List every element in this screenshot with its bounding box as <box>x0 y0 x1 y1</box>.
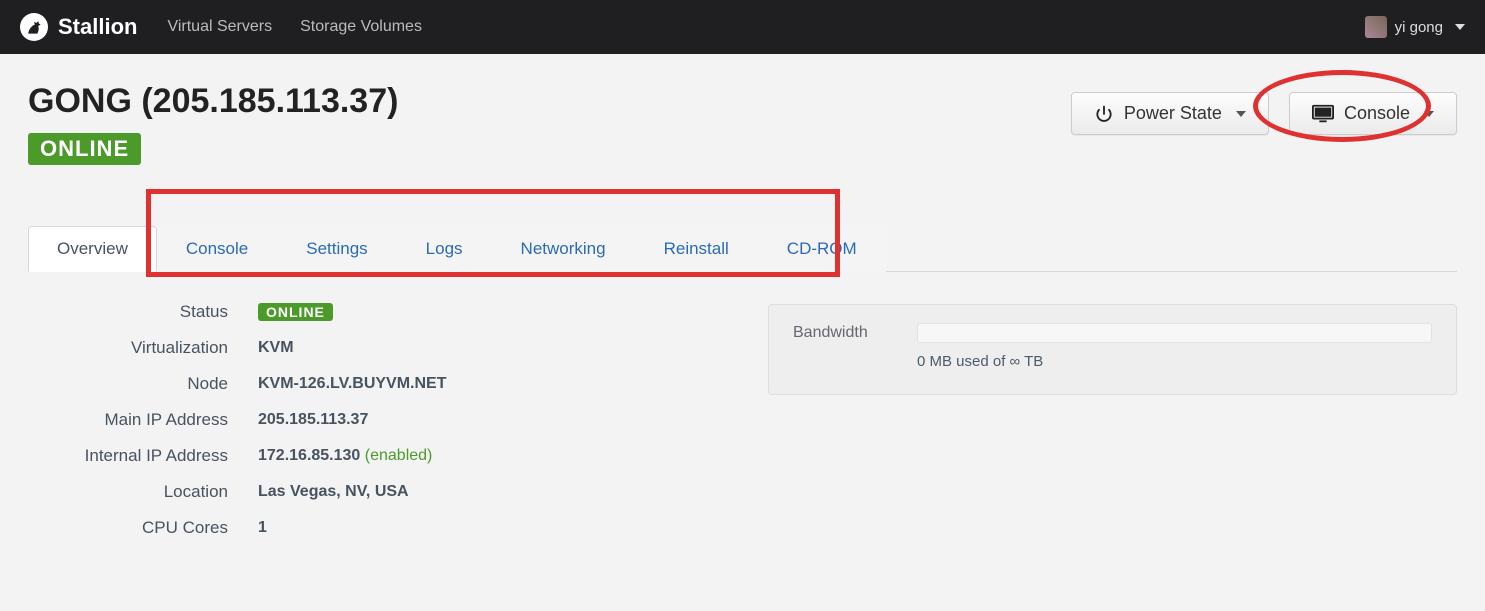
detail-label-virtualization: Virtualization <box>28 338 228 358</box>
detail-value-status: ONLINE <box>258 303 333 321</box>
page-title: GONG (205.185.113.37) <box>28 82 398 121</box>
chevron-down-icon <box>1455 24 1465 30</box>
detail-label-internal-ip: Internal IP Address <box>28 446 228 466</box>
tab-networking[interactable]: Networking <box>492 226 635 272</box>
detail-label-cpu: CPU Cores <box>28 518 228 538</box>
power-state-label: Power State <box>1124 103 1222 124</box>
detail-label-status: Status <box>28 302 228 322</box>
power-icon <box>1094 104 1114 124</box>
bandwidth-panel: Bandwidth 0 MB used of ∞ TB <box>768 304 1457 395</box>
detail-value-location: Las Vegas, NV, USA <box>258 483 409 501</box>
tabs: Overview Console Settings Logs Networkin… <box>28 225 1457 272</box>
nav-virtual-servers[interactable]: Virtual Servers <box>167 18 272 36</box>
bandwidth-label: Bandwidth <box>793 324 893 342</box>
detail-value-main-ip: 205.185.113.37 <box>258 411 368 429</box>
console-button[interactable]: Console <box>1289 92 1457 135</box>
internal-ip-value: 172.16.85.130 <box>258 447 360 464</box>
server-details: Status ONLINE Virtualization KVM Node KV… <box>28 294 728 546</box>
bandwidth-bar <box>917 323 1432 343</box>
internal-ip-state: (enabled) <box>365 447 433 464</box>
tab-cdrom[interactable]: CD-ROM <box>758 226 886 272</box>
tab-settings[interactable]: Settings <box>277 226 396 272</box>
page: GONG (205.185.113.37) ONLINE Power State… <box>0 54 1485 586</box>
tab-console[interactable]: Console <box>157 226 277 272</box>
detail-label-location: Location <box>28 482 228 502</box>
brand-name: Stallion <box>58 14 137 40</box>
detail-value-internal-ip: 172.16.85.130 (enabled) <box>258 447 432 465</box>
status-badge: ONLINE <box>28 133 141 165</box>
detail-value-node: KVM-126.LV.BUYVM.NET <box>258 375 446 393</box>
tab-overview[interactable]: Overview <box>28 226 157 272</box>
chevron-down-icon <box>1424 111 1434 117</box>
detail-label-node: Node <box>28 374 228 394</box>
tab-reinstall[interactable]: Reinstall <box>635 226 758 272</box>
avatar <box>1365 16 1387 38</box>
detail-value-virtualization: KVM <box>258 339 294 357</box>
user-menu[interactable]: yi gong <box>1365 16 1465 38</box>
navbar: Stallion Virtual Servers Storage Volumes… <box>0 0 1485 54</box>
brand[interactable]: Stallion <box>20 13 137 41</box>
detail-label-main-ip: Main IP Address <box>28 410 228 430</box>
detail-value-cpu: 1 <box>258 519 267 537</box>
user-name: yi gong <box>1395 19 1443 36</box>
bandwidth-usage-text: 0 MB used of ∞ TB <box>917 353 1432 370</box>
header-buttons: Power State Console <box>1071 92 1457 135</box>
horse-icon <box>20 13 48 41</box>
tab-logs[interactable]: Logs <box>397 226 492 272</box>
chevron-down-icon <box>1236 111 1246 117</box>
monitor-icon <box>1312 104 1334 124</box>
console-label: Console <box>1344 103 1410 124</box>
power-state-button[interactable]: Power State <box>1071 92 1269 135</box>
nav-storage-volumes[interactable]: Storage Volumes <box>300 18 422 36</box>
